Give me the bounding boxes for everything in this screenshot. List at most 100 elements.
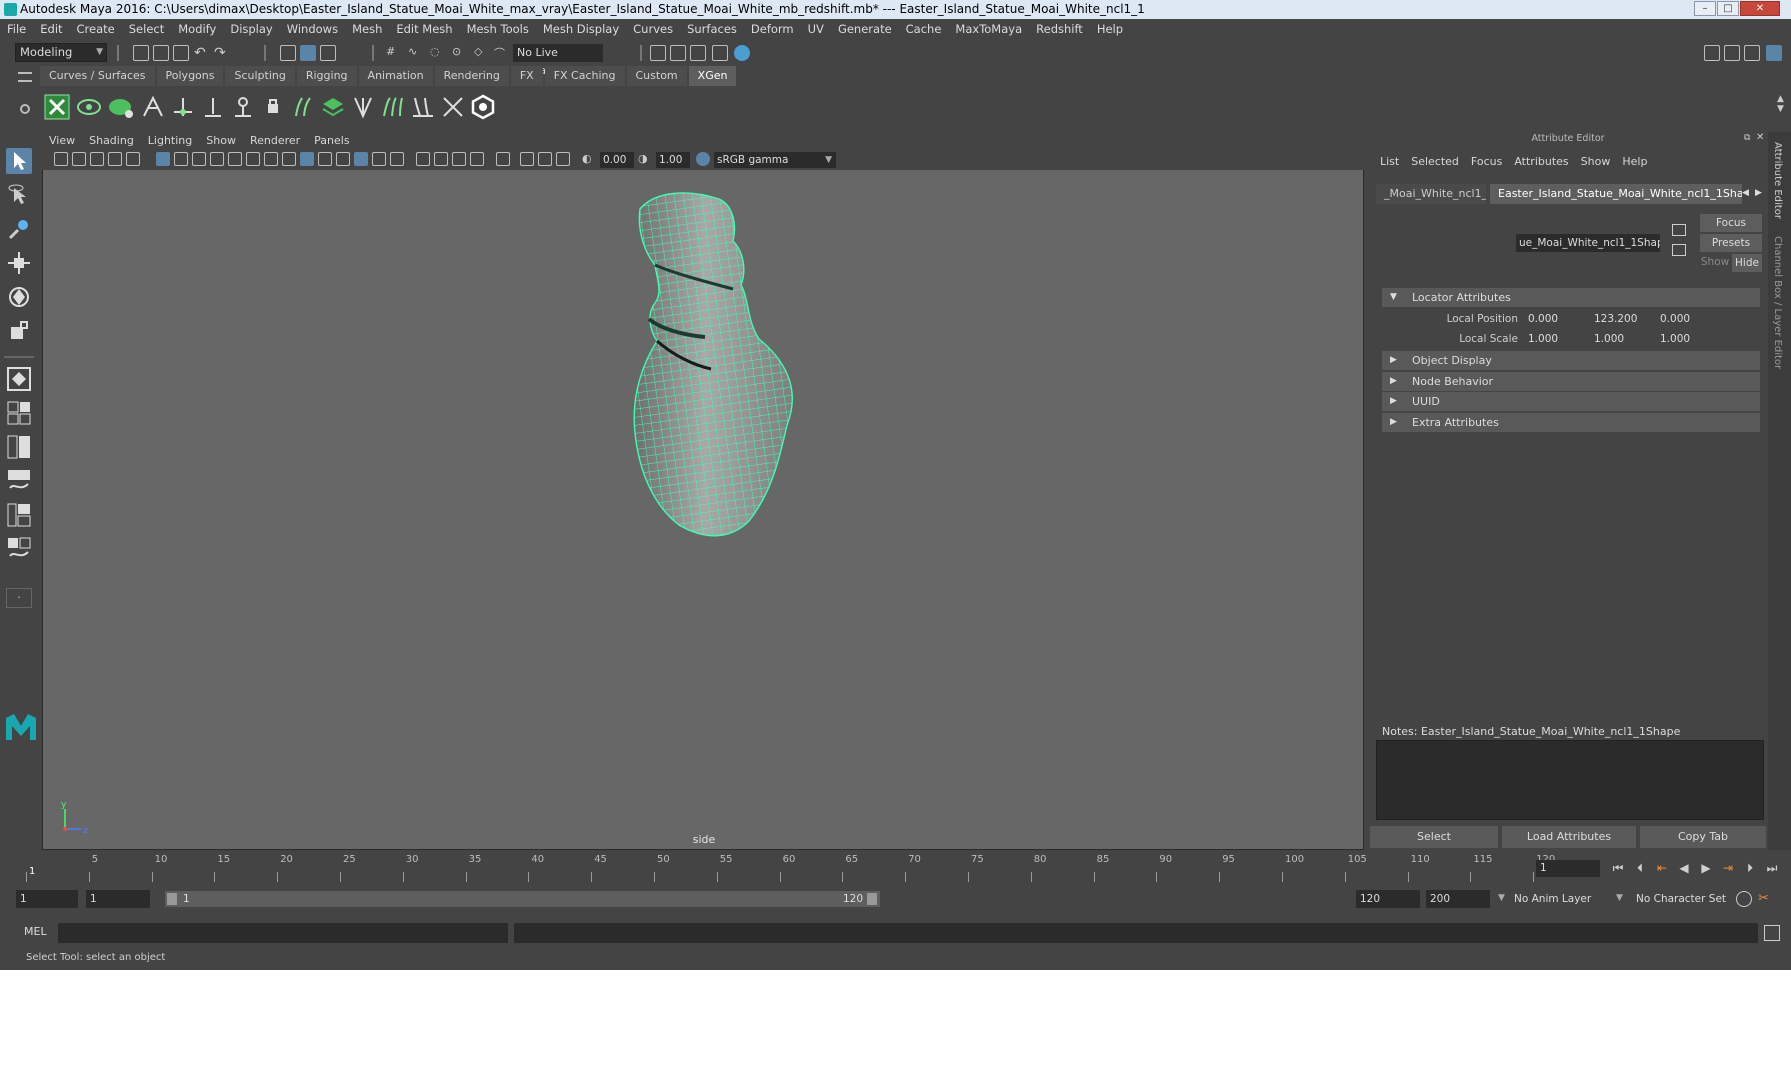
four-view-layout-icon[interactable]	[6, 400, 32, 426]
xgen-sculpt-guide-icon[interactable]	[230, 94, 256, 120]
section-node-behavior[interactable]: ▶ Node Behavior	[1382, 372, 1760, 391]
xray-icon[interactable]	[520, 152, 534, 166]
viewport-menu-panels[interactable]: Panels	[307, 132, 356, 150]
paint-select-tool-icon[interactable]	[6, 216, 32, 242]
ae-menu-attributes[interactable]: Attributes	[1508, 152, 1574, 172]
go-to-output-icon[interactable]	[1672, 244, 1686, 256]
menu-curves[interactable]: Curves	[626, 19, 680, 40]
render-current-frame-icon[interactable]	[670, 45, 686, 61]
local-position-z-field[interactable]: 0.000	[1658, 310, 1720, 328]
isolate-select-icon[interactable]	[496, 152, 510, 166]
menu-edit[interactable]: Edit	[33, 19, 69, 40]
presets-button[interactable]: Presets	[1700, 234, 1762, 252]
more-layouts-button[interactable]: ·	[6, 588, 32, 608]
resolution-gate-icon[interactable]	[192, 152, 206, 166]
current-frame-field[interactable]: 1	[1536, 860, 1600, 877]
range-end-handle[interactable]	[867, 893, 877, 905]
lasso-tool-icon[interactable]	[6, 182, 32, 208]
undo-icon[interactable]: ↶	[194, 45, 210, 61]
tab-scroll-right-icon[interactable]: ▶	[1755, 188, 1762, 198]
xray-joints-icon[interactable]	[556, 152, 570, 166]
depth-of-field-icon[interactable]	[470, 152, 484, 166]
play-forwards-icon[interactable]: ▶	[1698, 860, 1714, 876]
select-button[interactable]: Select	[1370, 826, 1498, 848]
select-by-component-icon[interactable]	[320, 45, 336, 61]
menu-surfaces[interactable]: Surfaces	[680, 19, 744, 40]
tab-scroll-left-icon[interactable]: ◀	[1742, 188, 1749, 198]
textured-icon[interactable]	[354, 152, 368, 166]
menu-cache[interactable]: Cache	[899, 19, 949, 40]
image-plane-icon[interactable]	[108, 152, 122, 166]
attribute-editor-toggle-icon[interactable]	[1724, 45, 1740, 61]
copy-tab-button[interactable]: Copy Tab	[1640, 826, 1766, 848]
go-to-start-icon[interactable]: ⏮	[1610, 860, 1626, 876]
camera-attributes-icon[interactable]	[54, 152, 68, 166]
snap-to-point-icon[interactable]: ◌	[430, 45, 446, 61]
shadows-icon[interactable]	[390, 152, 404, 166]
start-time-field[interactable]: 1	[16, 890, 78, 908]
film-gate-icon[interactable]	[174, 152, 188, 166]
hypershade-layout-icon[interactable]	[6, 502, 32, 528]
command-input[interactable]	[58, 923, 508, 943]
step-forward-key-icon[interactable]: ⇥	[1720, 860, 1736, 876]
channel-box-toggle-icon[interactable]	[1766, 45, 1782, 61]
xgen-collection-icon[interactable]	[76, 94, 102, 120]
ipr-render-icon[interactable]	[690, 45, 706, 61]
view-transform-dropdown[interactable]: sRGB gamma ▼	[714, 152, 836, 168]
section-locator-attributes[interactable]: ▼ Locator Attributes	[1382, 288, 1760, 307]
grid-toggle-icon[interactable]	[156, 152, 170, 166]
step-forward-frame-icon[interactable]: ⏵	[1742, 860, 1758, 876]
snap-to-projected-center-icon[interactable]: ⊙	[452, 45, 468, 61]
section-extra-attributes[interactable]: ▶ Extra Attributes	[1382, 413, 1760, 432]
menu-help[interactable]: Help	[1090, 19, 1130, 40]
xgen-delete-icon[interactable]	[440, 94, 466, 120]
xgen-clump-icon[interactable]	[350, 94, 376, 120]
exposure-field[interactable]: 0.00	[600, 152, 634, 168]
playback-end-field[interactable]: 120	[1356, 890, 1420, 908]
xgen-description-icon[interactable]	[108, 94, 134, 120]
animation-preferences-icon[interactable]: ✂	[1758, 891, 1774, 907]
xgen-editor-icon[interactable]	[44, 94, 70, 120]
new-scene-icon[interactable]	[133, 45, 149, 61]
step-back-frame-icon[interactable]: ⏴	[1632, 860, 1648, 876]
step-back-key-icon[interactable]: ⇤	[1654, 860, 1670, 876]
ae-menu-selected[interactable]: Selected	[1405, 152, 1465, 172]
rotate-tool-icon[interactable]	[6, 284, 32, 310]
xgen-guides-icon[interactable]	[140, 94, 166, 120]
viewport-menu-show[interactable]: Show	[199, 132, 243, 150]
tab-fx-caching[interactable]: FX Caching	[544, 66, 625, 86]
end-time-field[interactable]: 200	[1426, 890, 1490, 908]
go-to-end-icon[interactable]: ⏭	[1764, 860, 1780, 876]
persp-graph-layout-icon[interactable]	[6, 468, 32, 494]
menu-mesh[interactable]: Mesh	[345, 19, 389, 40]
script-editor-icon[interactable]	[1764, 925, 1780, 941]
menu-set-dropdown[interactable]: Modeling ▼	[15, 43, 107, 62]
notes-textarea[interactable]	[1376, 740, 1764, 820]
maximize-button[interactable]: □	[1717, 1, 1739, 16]
wireframe-icon[interactable]	[282, 152, 296, 166]
tab-xgen[interactable]: XGen	[688, 66, 737, 86]
tab-polygons[interactable]: Polygons	[156, 66, 224, 86]
playback-start-field[interactable]: 1	[86, 890, 150, 908]
modeling-toolkit-icon[interactable]	[1704, 45, 1720, 61]
ambient-occlusion-icon[interactable]	[416, 152, 430, 166]
ae-menu-focus[interactable]: Focus	[1465, 152, 1508, 172]
hypershade-icon[interactable]	[734, 45, 750, 61]
viewport-panel[interactable]: y z side	[42, 132, 1364, 850]
side-tab-channel-box[interactable]: Channel Box / Layer Editor	[1772, 236, 1783, 369]
auto-key-icon[interactable]	[1736, 891, 1752, 907]
render-view-layout-icon[interactable]	[6, 536, 32, 562]
render-view-icon[interactable]	[712, 45, 728, 61]
focus-button[interactable]: Focus	[1700, 214, 1762, 232]
tab-rigging[interactable]: Rigging	[296, 66, 357, 86]
range-start-handle[interactable]	[167, 893, 177, 905]
render-settings-icon[interactable]	[650, 45, 666, 61]
hide-button[interactable]: Hide	[1732, 254, 1762, 272]
menu-deform[interactable]: Deform	[744, 19, 801, 40]
select-tool-icon[interactable]	[6, 148, 32, 174]
snap-to-curve-icon[interactable]: ∿	[408, 45, 424, 61]
viewport-menu-shading[interactable]: Shading	[82, 132, 141, 150]
show-button[interactable]: Show	[1700, 256, 1730, 268]
viewport-menu-lighting[interactable]: Lighting	[141, 132, 199, 150]
xgen-lock-guide-icon[interactable]	[260, 94, 286, 120]
